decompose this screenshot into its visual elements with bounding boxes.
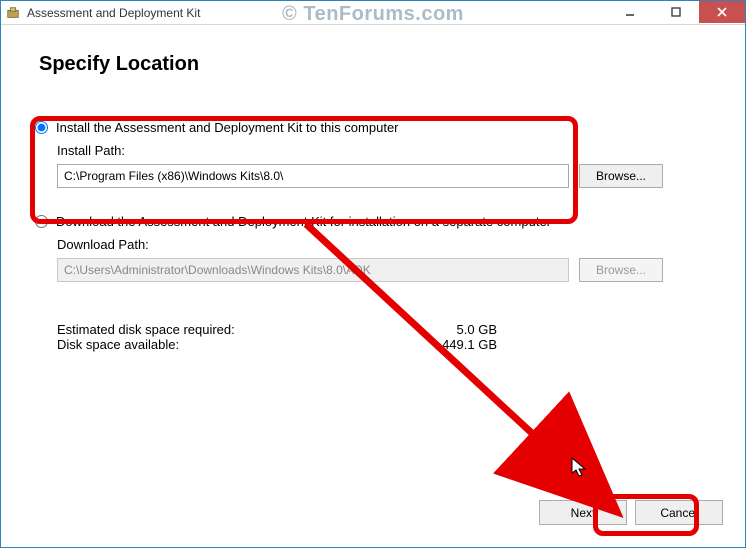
disk-required-value: 5.0 GB bbox=[417, 322, 497, 337]
disk-available-label: Disk space available: bbox=[57, 337, 417, 352]
page-title: Specify Location bbox=[39, 53, 711, 76]
option-download: Download the Assessment and Deployment K… bbox=[35, 214, 711, 282]
titlebar: Assessment and Deployment Kit bbox=[1, 1, 745, 25]
close-button[interactable] bbox=[699, 1, 745, 23]
install-path-input[interactable] bbox=[57, 164, 569, 188]
radio-download-row[interactable]: Download the Assessment and Deployment K… bbox=[35, 214, 711, 229]
download-path-label: Download Path: bbox=[57, 237, 711, 252]
radio-download-label: Download the Assessment and Deployment K… bbox=[56, 214, 551, 229]
radio-download[interactable] bbox=[35, 215, 48, 228]
cancel-button[interactable]: Cancel bbox=[635, 500, 723, 525]
download-path-input bbox=[57, 258, 569, 282]
radio-install-row[interactable]: Install the Assessment and Deployment Ki… bbox=[35, 120, 711, 135]
browse-download-button: Browse... bbox=[579, 258, 663, 282]
disk-space-info: Estimated disk space required: 5.0 GB Di… bbox=[57, 322, 711, 352]
option-install: Install the Assessment and Deployment Ki… bbox=[35, 120, 711, 188]
installer-icon bbox=[5, 5, 21, 21]
minimize-button[interactable] bbox=[607, 1, 653, 23]
window-title: Assessment and Deployment Kit bbox=[27, 6, 200, 20]
radio-install[interactable] bbox=[35, 121, 48, 134]
install-path-label: Install Path: bbox=[57, 143, 711, 158]
maximize-button[interactable] bbox=[653, 1, 699, 23]
disk-required-label: Estimated disk space required: bbox=[57, 322, 417, 337]
next-button[interactable]: Next bbox=[539, 500, 627, 525]
disk-available-value: 449.1 GB bbox=[417, 337, 497, 352]
browse-install-button[interactable]: Browse... bbox=[579, 164, 663, 188]
radio-install-label: Install the Assessment and Deployment Ki… bbox=[56, 120, 399, 135]
